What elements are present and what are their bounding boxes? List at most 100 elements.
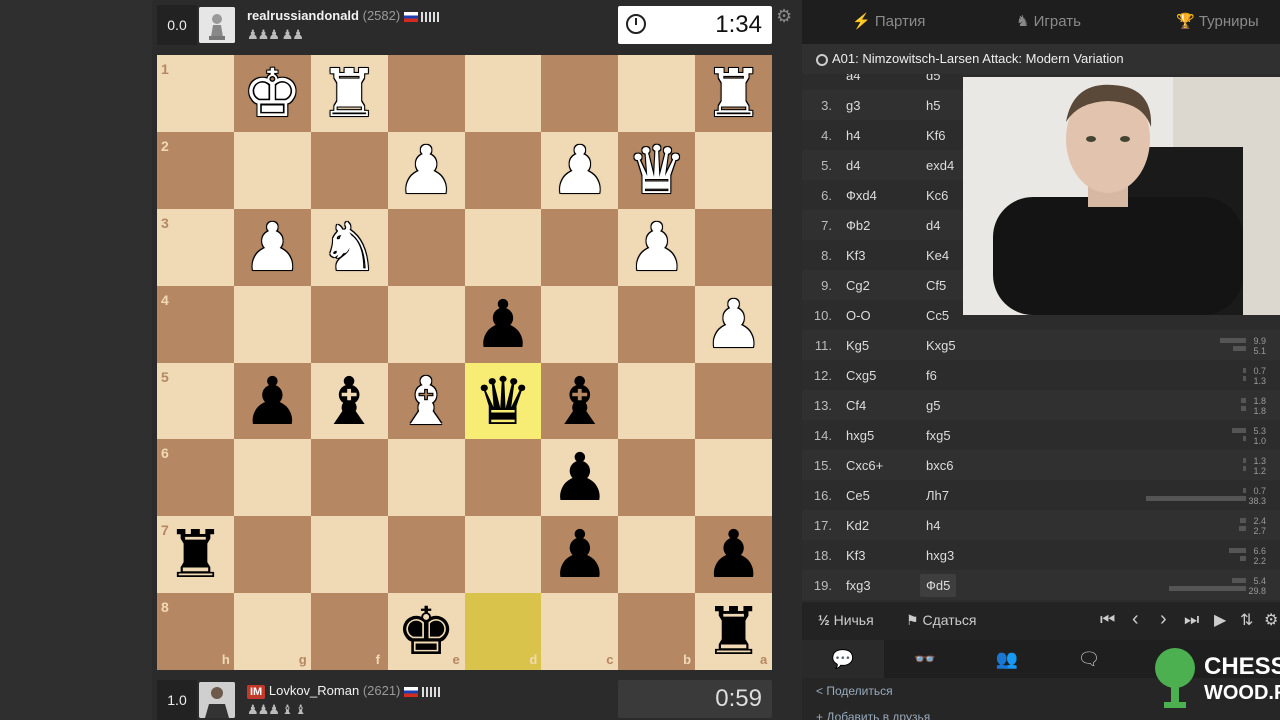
black-move[interactable]: f6 <box>926 368 937 383</box>
square-b1[interactable] <box>618 55 696 132</box>
piece-g1[interactable]: ♚ <box>234 55 311 132</box>
square-c4[interactable] <box>541 285 619 363</box>
draw-button[interactable]: ½ Ничья <box>818 612 874 628</box>
black-move[interactable]: h4 <box>926 518 940 533</box>
piece-c7[interactable]: ♟ <box>541 516 618 593</box>
black-move[interactable]: hxg3 <box>926 548 954 563</box>
nav-prev-button[interactable]: ‹ <box>1132 608 1139 631</box>
top-player-name-line[interactable]: realrussiandonald (2582) <box>247 8 440 23</box>
square-f6[interactable] <box>310 439 388 517</box>
white-move[interactable]: a4 <box>846 74 860 83</box>
settings-gear-icon[interactable]: ⚙ <box>776 6 792 27</box>
square-g7[interactable] <box>233 516 311 594</box>
square-e4[interactable] <box>387 285 465 363</box>
square-d3[interactable] <box>464 208 542 286</box>
piece-b3[interactable]: ♟ <box>618 209 695 286</box>
square-d7[interactable] <box>464 516 542 594</box>
square-b7[interactable] <box>618 516 696 594</box>
top-player-avatar[interactable] <box>199 7 235 43</box>
square-a5[interactable] <box>695 362 773 440</box>
piece-e2[interactable]: ♟ <box>388 132 465 209</box>
move-row[interactable]: 19. fxg3 Фd5 5.4 29.8 <box>802 570 1280 600</box>
square-e3[interactable] <box>387 208 465 286</box>
piece-a4[interactable]: ♟ <box>695 286 772 363</box>
square-e7[interactable] <box>387 516 465 594</box>
black-move[interactable]: g5 <box>926 398 940 413</box>
piece-c6[interactable]: ♟ <box>541 439 618 516</box>
black-move[interactable]: bxc6 <box>926 458 953 473</box>
white-move[interactable]: h4 <box>846 128 860 143</box>
black-move[interactable]: Фd5 <box>920 574 957 597</box>
piece-e8[interactable]: ♚ <box>388 593 465 670</box>
square-b4[interactable] <box>618 285 696 363</box>
board-settings-button[interactable]: ⚙ <box>1264 610 1278 630</box>
square-f4[interactable] <box>310 285 388 363</box>
square-c1[interactable] <box>541 55 619 132</box>
share-link[interactable]: < Поделиться <box>816 684 893 698</box>
bottom-player-name[interactable]: Lovkov_Roman <box>269 683 359 698</box>
top-player-name[interactable]: realrussiandonald <box>247 8 359 23</box>
black-move[interactable]: Cc5 <box>926 308 949 323</box>
white-move[interactable]: Фxd4 <box>846 188 877 203</box>
square-g6[interactable] <box>233 439 311 517</box>
nav-last-button[interactable]: ⏭ <box>1184 610 1199 630</box>
piece-h7[interactable]: ♜ <box>157 516 234 593</box>
piece-c5[interactable]: ♝ <box>541 363 618 440</box>
piece-d4[interactable]: ♟ <box>465 286 542 363</box>
piece-f3[interactable]: ♞ <box>311 209 388 286</box>
square-f7[interactable] <box>310 516 388 594</box>
move-row[interactable]: 15. Cxc6+ bxc6 1.3 1.2 <box>802 450 1280 480</box>
tab-tournaments[interactable]: 🏆 Турниры <box>1176 0 1259 44</box>
black-move[interactable]: h5 <box>926 98 940 113</box>
messages-icon[interactable]: 🗨 <box>1048 640 1130 678</box>
bottom-player-avatar[interactable] <box>199 682 235 718</box>
tab-game[interactable]: ⚡ Партия <box>852 0 925 44</box>
piece-d5[interactable]: ♛ <box>465 363 542 440</box>
move-row[interactable]: 17. Kd2 h4 2.4 2.7 <box>802 510 1280 540</box>
tab-play[interactable]: ♞ Играть <box>1016 0 1081 44</box>
square-b6[interactable] <box>618 439 696 517</box>
square-d2[interactable] <box>464 131 542 209</box>
white-move[interactable]: fxg3 <box>846 578 871 593</box>
square-a6[interactable] <box>695 439 773 517</box>
white-move[interactable]: Фb2 <box>846 218 870 233</box>
flip-board-button[interactable]: ⇅ <box>1240 610 1253 630</box>
white-move[interactable]: Kd2 <box>846 518 869 533</box>
square-f2[interactable] <box>310 131 388 209</box>
square-e1[interactable] <box>387 55 465 132</box>
friends-icon[interactable]: 👥 <box>966 640 1048 678</box>
piece-e5[interactable]: ♝ <box>388 363 465 440</box>
piece-g5[interactable]: ♟ <box>234 363 311 440</box>
move-row[interactable]: 16. Ce5 Лh7 0.7 38.3 <box>802 480 1280 510</box>
piece-g3[interactable]: ♟ <box>234 209 311 286</box>
white-move[interactable]: Ce5 <box>846 488 870 503</box>
chat-icon[interactable]: 💬 <box>802 640 884 678</box>
white-move[interactable]: Kg5 <box>846 338 869 353</box>
white-move[interactable]: hxg5 <box>846 428 874 443</box>
add-friend-link[interactable]: + Добавить в друзья <box>816 710 930 720</box>
black-move[interactable]: Kc6 <box>926 188 948 203</box>
black-move[interactable]: fxg5 <box>926 428 951 443</box>
piece-c2[interactable]: ♟ <box>541 132 618 209</box>
square-g2[interactable] <box>233 131 311 209</box>
bottom-player-name-line[interactable]: IM Lovkov_Roman (2621) <box>247 683 440 699</box>
move-row[interactable]: 14. hxg5 fxg5 5.3 1.0 <box>802 420 1280 450</box>
piece-a8[interactable]: ♜ <box>695 593 772 670</box>
square-b5[interactable] <box>618 362 696 440</box>
square-e6[interactable] <box>387 439 465 517</box>
white-move[interactable]: Cf4 <box>846 398 866 413</box>
white-move[interactable]: Cg2 <box>846 278 870 293</box>
square-d1[interactable] <box>464 55 542 132</box>
square-c3[interactable] <box>541 208 619 286</box>
black-move[interactable]: d5 <box>926 74 940 83</box>
move-row[interactable]: 18. Kf3 hxg3 6.6 2.2 <box>802 540 1280 570</box>
square-d6[interactable] <box>464 439 542 517</box>
piece-a1[interactable]: ♜ <box>695 55 772 132</box>
black-move[interactable]: Kf6 <box>926 128 946 143</box>
nav-next-button[interactable]: › <box>1160 608 1167 631</box>
white-move[interactable]: O-O <box>846 308 871 323</box>
move-row[interactable]: 11. Kg5 Kxg5 9.9 5.1 <box>802 330 1280 360</box>
black-move[interactable]: d4 <box>926 218 940 233</box>
resign-button[interactable]: ⚑ Сдаться <box>906 612 977 629</box>
square-g4[interactable] <box>233 285 311 363</box>
